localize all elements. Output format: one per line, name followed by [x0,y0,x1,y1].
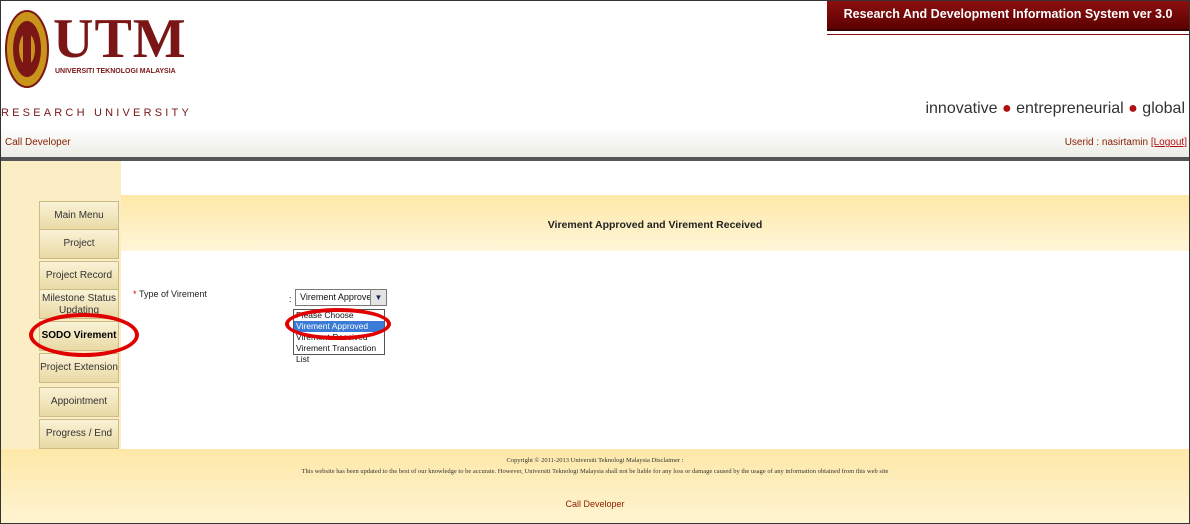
main-content: Virement Approved and Virement Received … [121,161,1189,449]
research-university-text: RESEARCH UNIVERSITY [1,107,192,119]
page-title: Virement Approved and Virement Received [547,219,763,231]
sidebar-item-project-information[interactable]: Project Information [39,229,119,277]
tagline-dot-icon: ● [1001,100,1012,117]
sidebar-item-label: Main Menu [54,210,104,221]
footer-call-developer-link[interactable]: Call Developer [1,499,1189,509]
tagline: innovative ● entrepreneurial ● global [925,100,1185,118]
sidebar: Main Menu Project Information Project Re… [1,161,121,467]
copyright-text: Copyright © 2011-2013 Universiti Teknolo… [506,457,684,464]
utm-seal-icon [5,10,49,88]
virement-type-select[interactable]: Virement Approved ▼ [295,289,387,306]
utm-logo-text: UTM [53,8,187,70]
page-frame: UTM UNIVERSITI TEKNOLOGI MALAYSIA RESEAR… [0,0,1190,524]
sidebar-item-project-extension[interactable]: Project Extension [39,353,119,383]
sidebar-item-project-record[interactable]: Project Record [39,261,119,291]
banner-underline [827,34,1189,35]
userid-text: Userid : nasirtamin [1064,137,1151,148]
system-title-banner: Research And Development Information Sys… [827,1,1189,31]
system-title: Research And Development Information Sys… [843,7,1173,21]
sidebar-item-label: Appointment [50,396,108,407]
sidebar-item-appointment[interactable]: Appointment [39,387,119,417]
header: UTM UNIVERSITI TEKNOLOGI MALAYSIA RESEAR… [1,1,1189,129]
required-marker: * [133,289,137,299]
call-developer-link[interactable]: Call Developer [5,137,71,148]
highlight-circle-option [285,308,391,340]
sidebar-item-label: Project Record [45,270,113,281]
title-band: Virement Approved and Virement Received [121,195,1189,251]
logout-link[interactable]: [Logout] [1151,137,1187,148]
field-colon: : [289,294,292,304]
user-bar: Call Developer Userid : nasirtamin [Logo… [1,129,1189,157]
user-info: Userid : nasirtamin [Logout] [1065,137,1187,148]
sidebar-item-label: Project Extension [40,362,118,373]
sidebar-item-progress-end-report[interactable]: Progress / End Report [39,419,119,467]
disclaimer-text: This website has been updated to the bes… [301,468,889,475]
select-value: Virement Approved [300,292,377,302]
tagline-word-global: global [1142,100,1185,117]
chevron-down-icon[interactable]: ▼ [370,290,386,305]
highlight-circle-sidebar [29,313,139,357]
utm-logo-subtitle: UNIVERSITI TEKNOLOGI MALAYSIA [55,68,176,75]
footer: Copyright © 2011-2013 Universiti Teknolo… [1,449,1189,523]
sidebar-item-label: Milestone Status [42,293,116,304]
tagline-word-entrepreneurial: entrepreneurial [1016,100,1124,117]
tagline-word-innovative: innovative [925,100,998,117]
virement-type-label: Type of Virement [139,289,207,299]
tagline-dot-icon: ● [1128,100,1138,117]
option-virement-transaction-list[interactable]: Virement Transaction List [294,343,384,364]
sidebar-item-main-menu[interactable]: Main Menu [39,201,119,231]
